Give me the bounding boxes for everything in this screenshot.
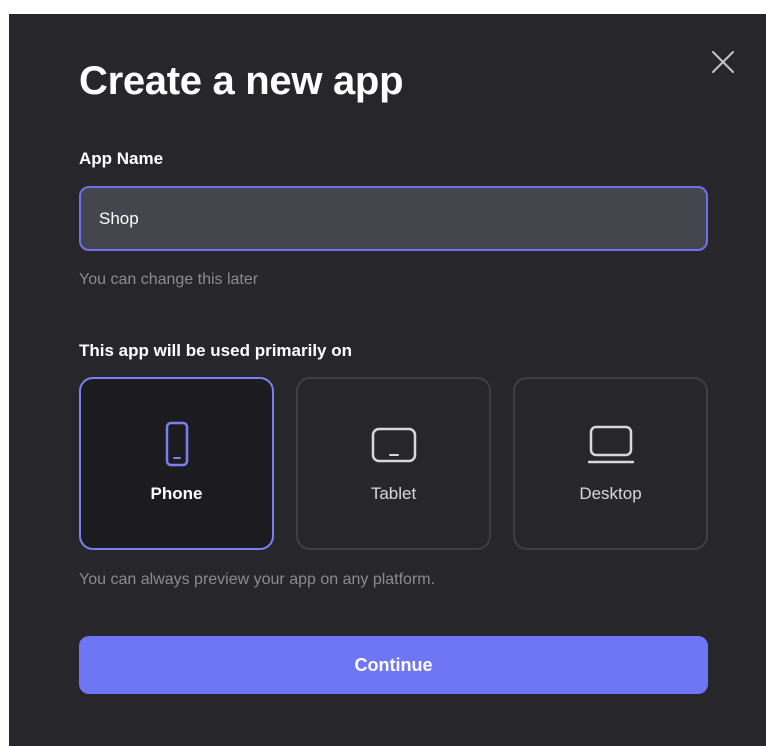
create-app-dialog: Create a new app App Name You can change…: [9, 14, 766, 746]
platform-hint: You can always preview your app on any p…: [79, 571, 436, 588]
platform-options: Phone Tablet Desktop: [79, 377, 708, 550]
app-name-input[interactable]: [79, 186, 708, 251]
desktop-icon: [587, 425, 634, 464]
platform-option-label: Desktop: [579, 484, 642, 503]
platform-option-phone[interactable]: Phone: [79, 377, 274, 550]
phone-icon: [165, 421, 188, 467]
tablet-icon: [371, 427, 416, 463]
platform-option-label: Tablet: [370, 484, 417, 503]
app-name-label: App Name: [79, 149, 164, 168]
close-icon: [712, 51, 734, 73]
platform-option-label: Phone: [150, 484, 203, 503]
close-button[interactable]: [705, 44, 741, 80]
platform-label: This app will be used primarily on: [79, 341, 352, 360]
platform-option-desktop[interactable]: Desktop: [513, 377, 708, 550]
continue-button[interactable]: Continue: [79, 636, 708, 694]
dialog-title: Create a new app: [79, 59, 404, 103]
app-name-hint: You can change this later: [79, 271, 259, 288]
platform-option-tablet[interactable]: Tablet: [296, 377, 491, 550]
